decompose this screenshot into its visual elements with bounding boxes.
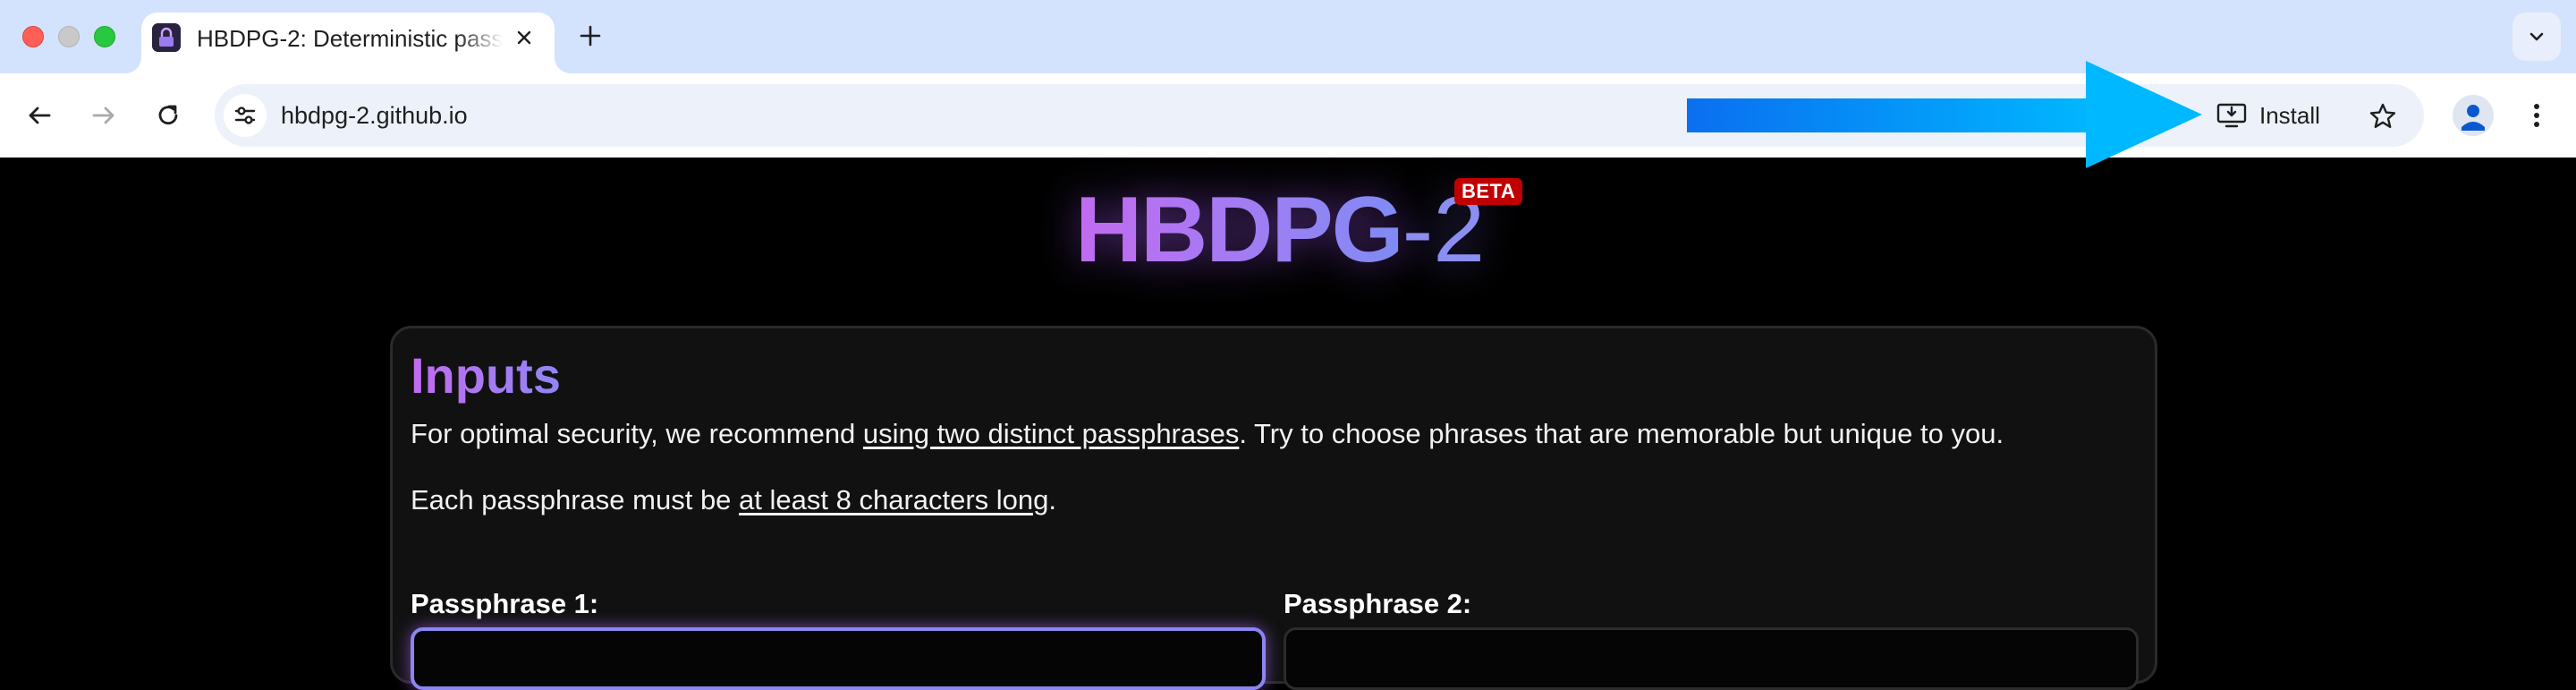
back-arrow-icon[interactable] [20,96,59,135]
para1-text-before: For optimal security, we recommend [411,418,863,449]
window-zoom-button[interactable] [94,26,115,47]
para2-text-before: Each passphrase must be [411,484,740,515]
install-desktop-icon [2216,103,2247,128]
para2-text-after: . [1048,484,1057,515]
passphrase2-input[interactable] [1286,630,2136,687]
passphrase2-field-wrapper [1284,627,2139,690]
min-length-link[interactable]: at least 8 characters long [739,484,1048,515]
new-tab-icon[interactable] [572,18,608,54]
url-text[interactable]: hbdpg-2.github.io [281,102,468,130]
site-favicon-icon [152,23,181,52]
inputs-card: Inputs For optimal security, we recommen… [390,326,2157,690]
page-viewport: HBDPG-2 BETA Inputs For optimal security… [0,158,2576,690]
bookmark-star-icon[interactable] [2365,98,2401,134]
beta-badge: BETA [1454,178,1523,205]
reload-icon[interactable] [148,96,188,135]
tab-search-chevron-down-icon[interactable] [2512,13,2561,61]
passphrase1-label: Passphrase 1: [411,588,599,619]
inputs-heading: Inputs [411,347,561,404]
para1-text-after: . Try to choose phrases that are memorab… [1239,418,2004,449]
forward-arrow-icon[interactable] [84,96,123,135]
window-close-button[interactable] [22,26,44,47]
logo-main-text: HBDPG [1075,178,1404,282]
more-options-kebab-icon[interactable] [2517,96,2556,135]
tab-close-icon[interactable] [508,21,540,54]
active-tab[interactable]: HBDPG-2: Deterministic passphrase genera… [141,13,555,73]
length-requirement-text: Each passphrase must be at least 8 chara… [411,484,1056,516]
window-minimize-button[interactable] [58,26,80,47]
install-label: Install [2259,101,2320,129]
site-settings-tune-icon[interactable] [224,94,267,137]
passphrase1-field-wrapper [411,627,1266,690]
passphrase1-input[interactable] [414,631,1262,686]
two-distinct-passphrases-link[interactable]: using two distinct passphrases [863,418,1239,449]
profile-avatar-icon[interactable] [2453,95,2494,136]
passphrase2-label: Passphrase 2: [1284,588,1472,619]
security-recommendation-text: For optimal security, we recommend using… [411,418,2004,450]
install-app-button[interactable]: Install [2216,95,2320,136]
annotation-arrow-icon [1687,61,2202,168]
site-logo: HBDPG-2 [1075,177,1485,282]
tab-title: HBDPG-2: Deterministic passphrase genera… [197,25,503,52]
